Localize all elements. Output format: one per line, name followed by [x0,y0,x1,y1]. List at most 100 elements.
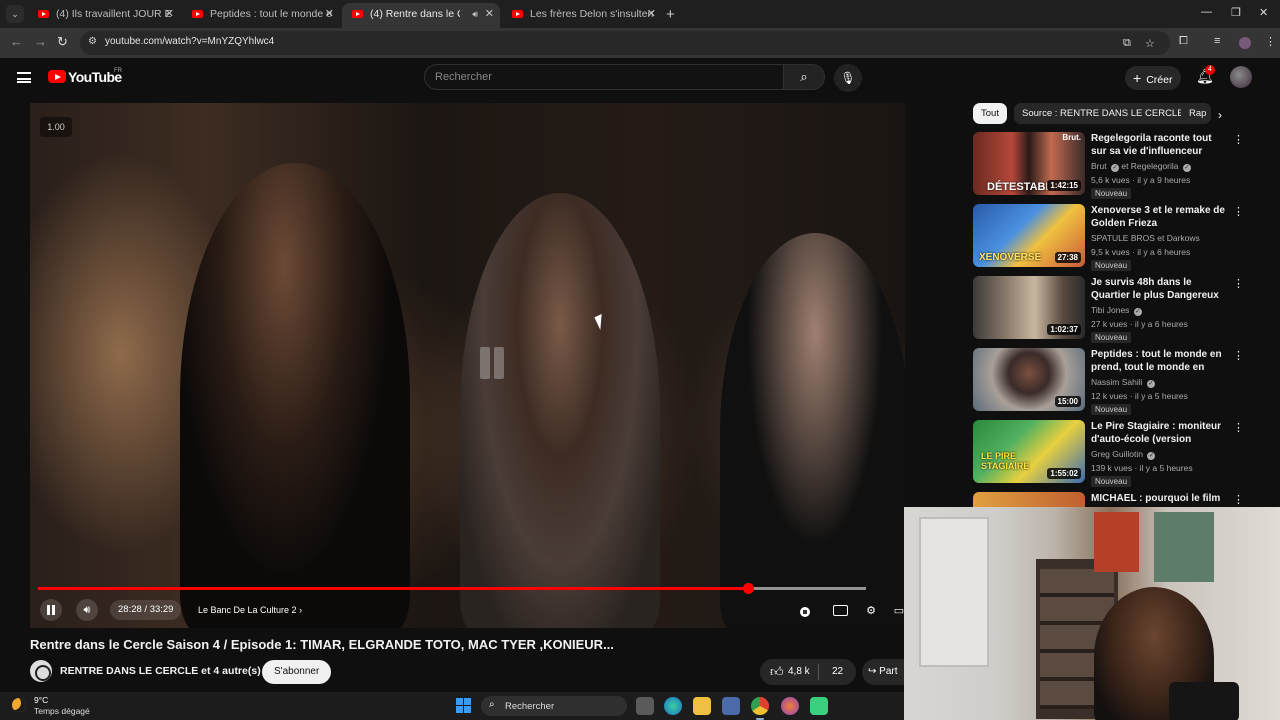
close-icon[interactable]: ✕ [325,3,334,25]
window-close-icon[interactable]: ✕ [1259,6,1268,19]
taskbar-search[interactable]: ⌕ Rechercher [481,696,627,716]
chrome-icon[interactable] [751,697,769,720]
firefox-icon[interactable] [781,697,799,715]
reload-icon[interactable]: ↻ [57,34,68,50]
video-person-right [720,233,905,628]
related-channel[interactable]: Nassim Sahili ✓ [1091,377,1155,388]
browser-tab-2[interactable]: Peptides : tout le monde en pre... ✕ [182,3,340,28]
miniplayer-icon[interactable]: ▭ [888,600,905,622]
subtitles-icon[interactable] [833,605,848,616]
tab-menu-icon[interactable]: ⌄ [6,5,24,23]
plus-icon[interactable]: + [666,6,675,23]
moon-icon[interactable] [12,698,26,712]
tab-strip: ⌄ (4) Ils travaillent JOUR ET NUIT ... ✕… [0,0,1280,28]
guide-menu-icon[interactable] [17,72,31,83]
temperature[interactable]: 9°C [34,695,48,705]
store-icon[interactable] [722,697,740,715]
search-icon[interactable]: ⌕ [783,64,825,90]
chip-rap[interactable]: Rap [1181,103,1211,124]
autoplay-toggle[interactable] [800,607,810,617]
related-title[interactable]: Xenoverse 3 et le remake de Golden Friez… [1091,204,1229,230]
video-player[interactable]: 1.00 🔊︎ 28:28 / 33:29 Le Banc De La Cult… [30,103,905,628]
related-title[interactable]: MICHAEL : pourquoi le film sur [1091,492,1229,507]
settings-icon[interactable]: ⚙ [860,600,882,622]
close-icon[interactable]: ✕ [485,3,494,25]
site-info-icon[interactable]: ⚙ [88,36,97,47]
extensions-icon[interactable]: ⧠ [1179,35,1188,48]
like-dislike-group: 👍︎ 4,8 k 22 [760,659,856,685]
related-channel[interactable]: Brut ✓ et Regelegorila ✓ [1091,161,1191,172]
avatar[interactable] [1230,66,1252,88]
chapter-button[interactable]: Le Banc De La Culture 2 › [190,600,310,620]
related-title[interactable]: Regelegorila raconte tout sur sa vie d'i… [1091,132,1229,158]
kebab-icon[interactable]: ⋮ [1233,349,1244,362]
kebab-icon[interactable]: ⋮ [1233,133,1244,146]
related-title[interactable]: Peptides : tout le monde en prend, tout … [1091,348,1229,374]
browser-tab-1[interactable]: (4) Ils travaillent JOUR ET NUIT ... ✕ [28,3,180,28]
related-video[interactable]: 15:00 Peptides : tout le monde en prend,… [973,348,1248,416]
related-video[interactable]: 1:02:37 Je survis 48h dans le Quartier l… [973,276,1248,344]
related-channel[interactable]: SPATULE BROS et Darkows [1091,233,1200,243]
profile-avatar[interactable] [1239,37,1251,49]
like-icon[interactable]: 👍︎ [770,664,784,680]
chip-all[interactable]: Tout [973,103,1007,124]
file-explorer-icon[interactable] [693,697,711,715]
video-thumbnail[interactable]: 1:02:37 [973,276,1085,339]
browser-tab-4[interactable]: Les frères Delon s'insultent en p... ✕ [502,3,662,28]
volume-icon[interactable]: 🔊︎ [76,599,98,621]
browser-tab-active[interactable]: (4) Rentre dans le Cercle Sa... 🔊︎ ✕ [342,3,500,28]
windows-icon[interactable] [456,698,471,713]
video-thumbnail[interactable]: 15:00 [973,348,1085,411]
speaker-icon[interactable]: 🔊︎ [472,3,478,25]
chevron-right-icon[interactable]: › [1218,108,1222,122]
related-channel[interactable]: Tibi Jones ✓ [1091,305,1142,316]
media-icon[interactable]: ≡ [1214,35,1220,47]
video-thumbnail[interactable]: Brut. DÉTESTABI 1:42:15 [973,132,1085,195]
close-icon[interactable]: ✕ [647,3,656,25]
related-video[interactable]: Brut. DÉTESTABI 1:42:15 Regelegorila rac… [973,132,1248,200]
kebab-icon[interactable]: ⋮ [1233,493,1244,506]
secondary-count[interactable]: 22 [832,666,843,677]
weather-description[interactable]: Temps dégagé [34,706,90,716]
video-thumbnail[interactable]: XENOVERSE 27:38 [973,204,1085,267]
youtube-logo[interactable]: YouTube FR [48,68,122,88]
related-meta: 12 k vues · il y a 5 heures [1091,391,1188,401]
related-video[interactable]: LE PIRE STAGIAIRE 1:55:02 Le Pire Stagia… [973,420,1248,488]
back-icon[interactable]: ← [10,34,23,49]
pause-icon[interactable] [40,599,62,621]
youtube-favicon [352,10,363,18]
menu-icon[interactable]: ⋮ [1265,35,1276,48]
install-icon[interactable]: ⧉ [1123,37,1131,50]
minimize-icon[interactable]: — [1201,6,1212,18]
edge-icon[interactable] [664,697,682,715]
create-button[interactable]: + Créer [1125,66,1181,90]
related-title[interactable]: Je survis 48h dans le Quartier le plus D… [1091,276,1229,302]
mic-icon[interactable]: 🎙︎ [834,64,862,92]
related-video[interactable]: XENOVERSE 27:38 Xenoverse 3 et le remake… [973,204,1248,272]
kebab-icon[interactable]: ⋮ [1233,421,1244,434]
kebab-icon[interactable]: ⋮ [1233,205,1244,218]
kebab-icon[interactable]: ⋮ [1233,277,1244,290]
video-thumbnail[interactable] [973,492,1085,507]
channel-avatar[interactable] [30,660,52,682]
address-bar[interactable]: ⚙ youtube.com/watch?v=MnYZQYhlwc4 ⧉ ☆ [80,31,1170,55]
related-title[interactable]: Le Pire Stagiaire : moniteur d'auto-écol… [1091,420,1229,446]
related-video[interactable]: MICHAEL : pourquoi le film sur ⋮ [973,492,1248,507]
bell-icon[interactable]: 🔔︎ 4 [1196,65,1215,85]
channel-name[interactable]: RENTRE DANS LE CERCLE et 4 autre(s) [60,665,261,677]
chip-source[interactable]: Source : RENTRE DANS LE CERCLE [1014,103,1192,124]
playback-speed: 1.00 [40,117,72,137]
search-input[interactable] [435,70,775,84]
video-thumbnail[interactable]: LE PIRE STAGIAIRE 1:55:02 [973,420,1085,483]
related-channel[interactable]: Greg Guillotin ✓ [1091,449,1156,460]
subscribe-button[interactable]: S'abonner [262,660,332,684]
forward-icon[interactable]: → [34,34,47,49]
maximize-icon[interactable]: ❐ [1231,6,1241,19]
task-view-icon[interactable] [636,697,654,715]
star-icon[interactable]: ☆ [1145,37,1155,50]
close-icon[interactable]: ✕ [165,3,174,25]
progress-scrubber[interactable] [742,583,754,594]
channel-text: Greg Guillotin [1091,449,1143,459]
progress-bar[interactable] [38,583,866,594]
app-icon[interactable] [810,697,828,715]
